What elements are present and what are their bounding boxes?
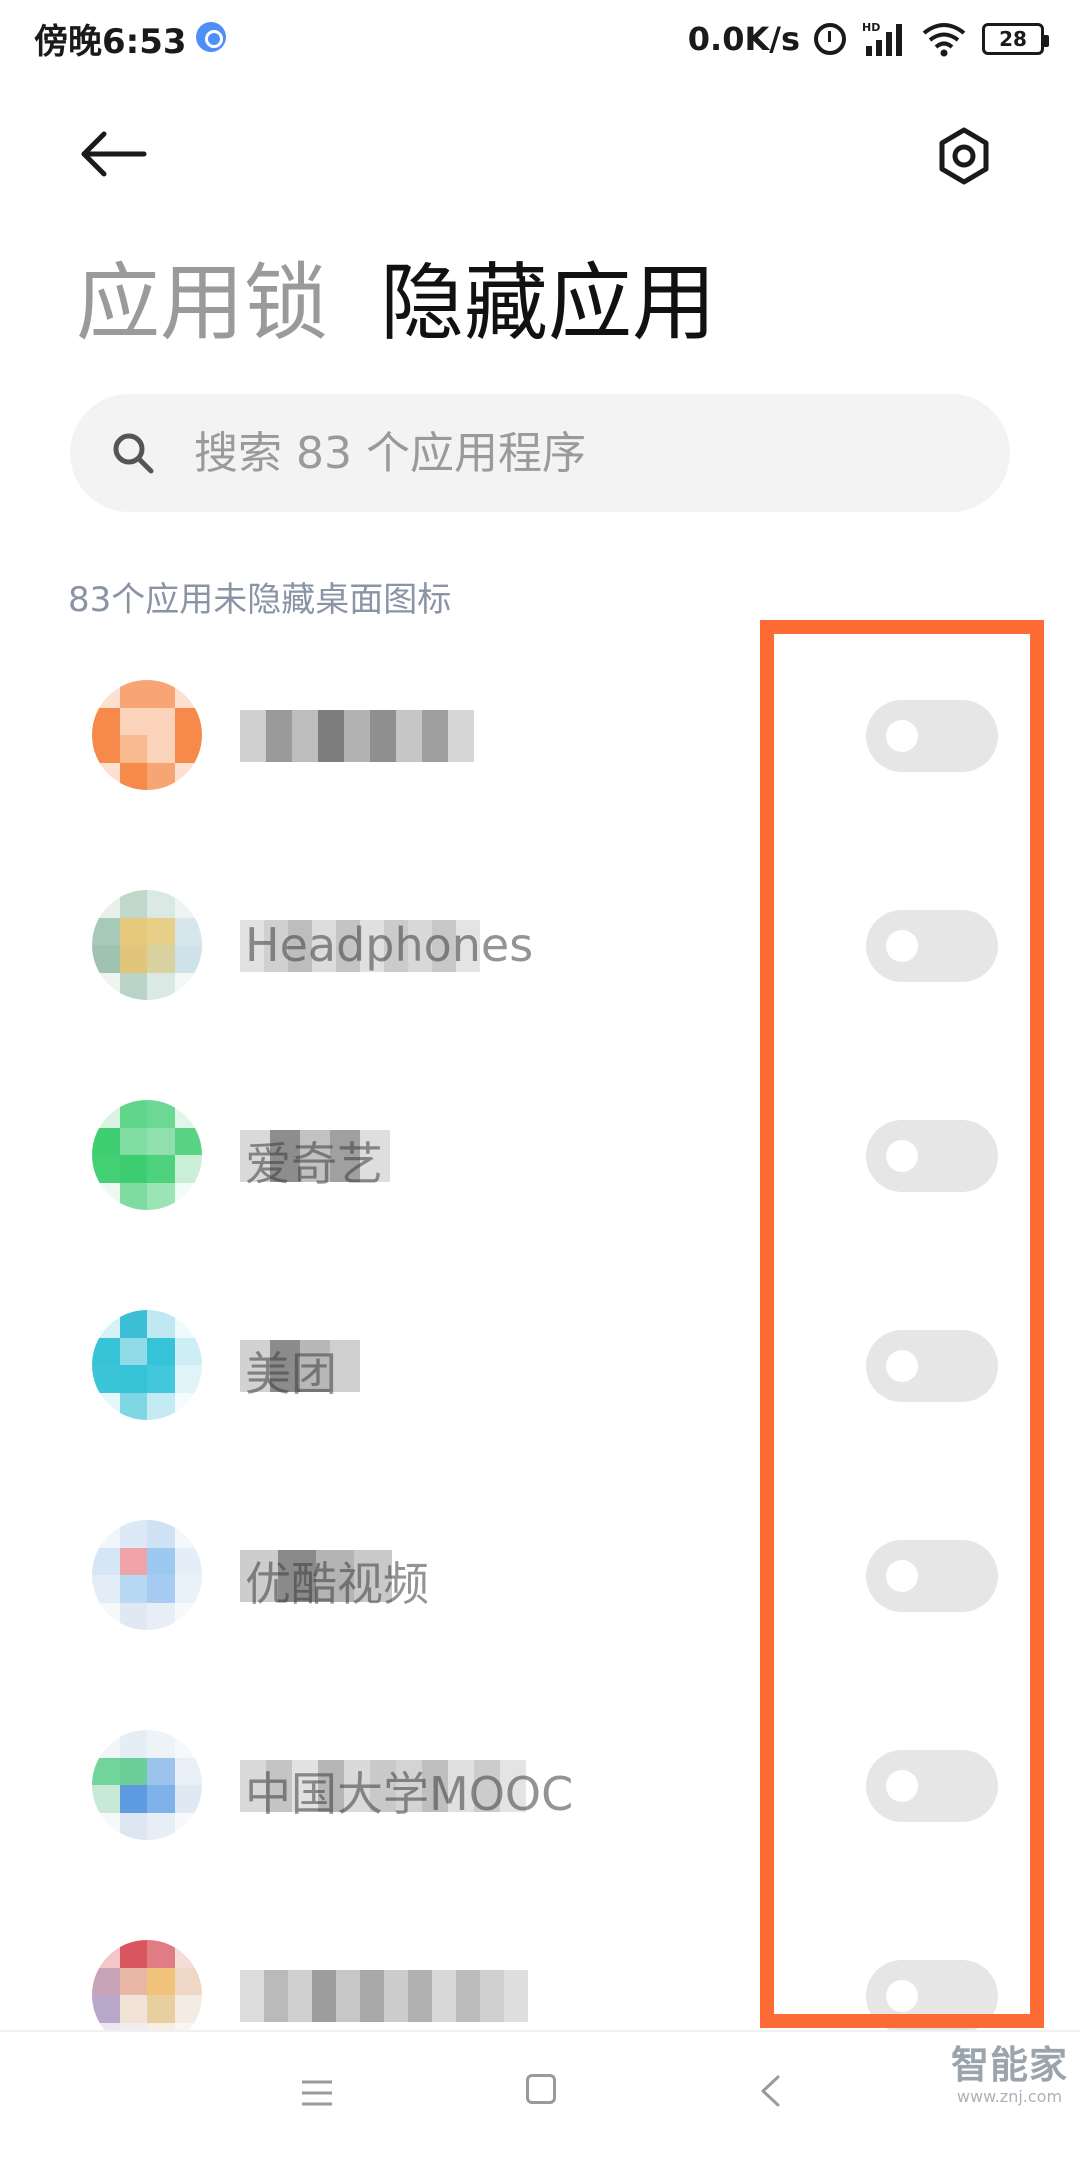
app-icon xyxy=(92,1100,202,1210)
app-icon xyxy=(92,1520,202,1630)
hide-toggle[interactable] xyxy=(866,1120,998,1192)
search-bar[interactable] xyxy=(70,394,1010,512)
watermark-url: www.znj.com xyxy=(956,2087,1063,2106)
list-item: 优酷视频 xyxy=(0,1470,1080,1680)
app-name: 中国大学MOOC xyxy=(245,1767,574,1821)
app-name: 美团 xyxy=(245,1347,337,1401)
app-name: 优酷视频 xyxy=(245,1557,429,1611)
app-icon xyxy=(92,1310,202,1420)
list-item: Headphones xyxy=(0,840,1080,1050)
status-indicators: 0.0K/s HD 28 xyxy=(687,14,1049,64)
hide-apps-screen: 傍晚6:53 0.0K/s HD 28 应用锁 隐藏应用 搜索 83 个应用程序… xyxy=(0,0,1080,2160)
search-input[interactable] xyxy=(194,427,954,479)
toggle-knob xyxy=(886,1560,918,1592)
hide-toggle[interactable] xyxy=(866,910,998,982)
list-item xyxy=(0,630,1080,840)
hide-toggle[interactable] xyxy=(866,1540,998,1612)
back-button[interactable] xyxy=(78,124,150,184)
toggle-knob xyxy=(886,1350,918,1382)
hide-toggle[interactable] xyxy=(866,700,998,772)
status-time: 傍晚6:53 xyxy=(34,22,187,62)
navigation-bar xyxy=(0,2030,1080,2160)
watermark-text: 智能家 xyxy=(950,2043,1068,2087)
section-header: 83个应用未隐藏桌面图标 xyxy=(68,580,452,620)
hide-toggle[interactable] xyxy=(866,1330,998,1402)
nav-back-icon[interactable] xyxy=(758,2074,782,2108)
list-item xyxy=(0,1890,1080,2030)
watermark: 智能家 www.znj.com xyxy=(951,2034,1068,2106)
toggle-knob xyxy=(886,720,918,752)
app-icon xyxy=(92,680,202,790)
battery-icon: 28 xyxy=(982,23,1049,55)
toggle-knob xyxy=(886,930,918,962)
search-icon xyxy=(113,433,154,474)
app-name: Headphones xyxy=(245,918,534,972)
arrow-left-icon xyxy=(81,131,147,177)
app-name-blurred xyxy=(240,710,474,762)
tab-app-lock[interactable]: 应用锁 xyxy=(76,248,328,358)
tab-bar: 应用锁 隐藏应用 xyxy=(76,248,716,358)
app-name-blurred xyxy=(240,1970,528,2022)
toggle-knob xyxy=(886,1980,918,2012)
signal-icon: HD xyxy=(862,21,902,56)
toggle-knob xyxy=(886,1770,918,1802)
list-item: 美团 xyxy=(0,1260,1080,1470)
app-list: Headphones 爱奇艺 美团 优酷视频 中国大学MOOC xyxy=(0,630,1080,2030)
svg-text:HD: HD xyxy=(862,21,880,34)
menu-icon[interactable] xyxy=(300,2078,334,2108)
toggle-knob xyxy=(886,1140,918,1172)
wifi-icon xyxy=(922,23,966,57)
tab-hide-apps[interactable]: 隐藏应用 xyxy=(380,248,716,358)
hide-toggle[interactable] xyxy=(866,1750,998,1822)
network-speed: 0.0K/s xyxy=(687,20,800,58)
app-icon xyxy=(92,1940,202,2030)
notification-app-icon xyxy=(196,22,226,52)
home-icon[interactable] xyxy=(526,2074,556,2104)
app-icon xyxy=(92,1730,202,1840)
hide-toggle[interactable] xyxy=(866,1960,998,2030)
settings-button[interactable] xyxy=(932,124,996,188)
gear-icon xyxy=(939,127,989,185)
app-icon xyxy=(92,890,202,1000)
alarm-icon xyxy=(814,23,846,55)
app-name: 爱奇艺 xyxy=(245,1137,383,1191)
status-bar: 傍晚6:53 0.0K/s HD 28 xyxy=(0,0,1080,80)
list-item: 爱奇艺 xyxy=(0,1050,1080,1260)
list-item: 中国大学MOOC xyxy=(0,1680,1080,1890)
